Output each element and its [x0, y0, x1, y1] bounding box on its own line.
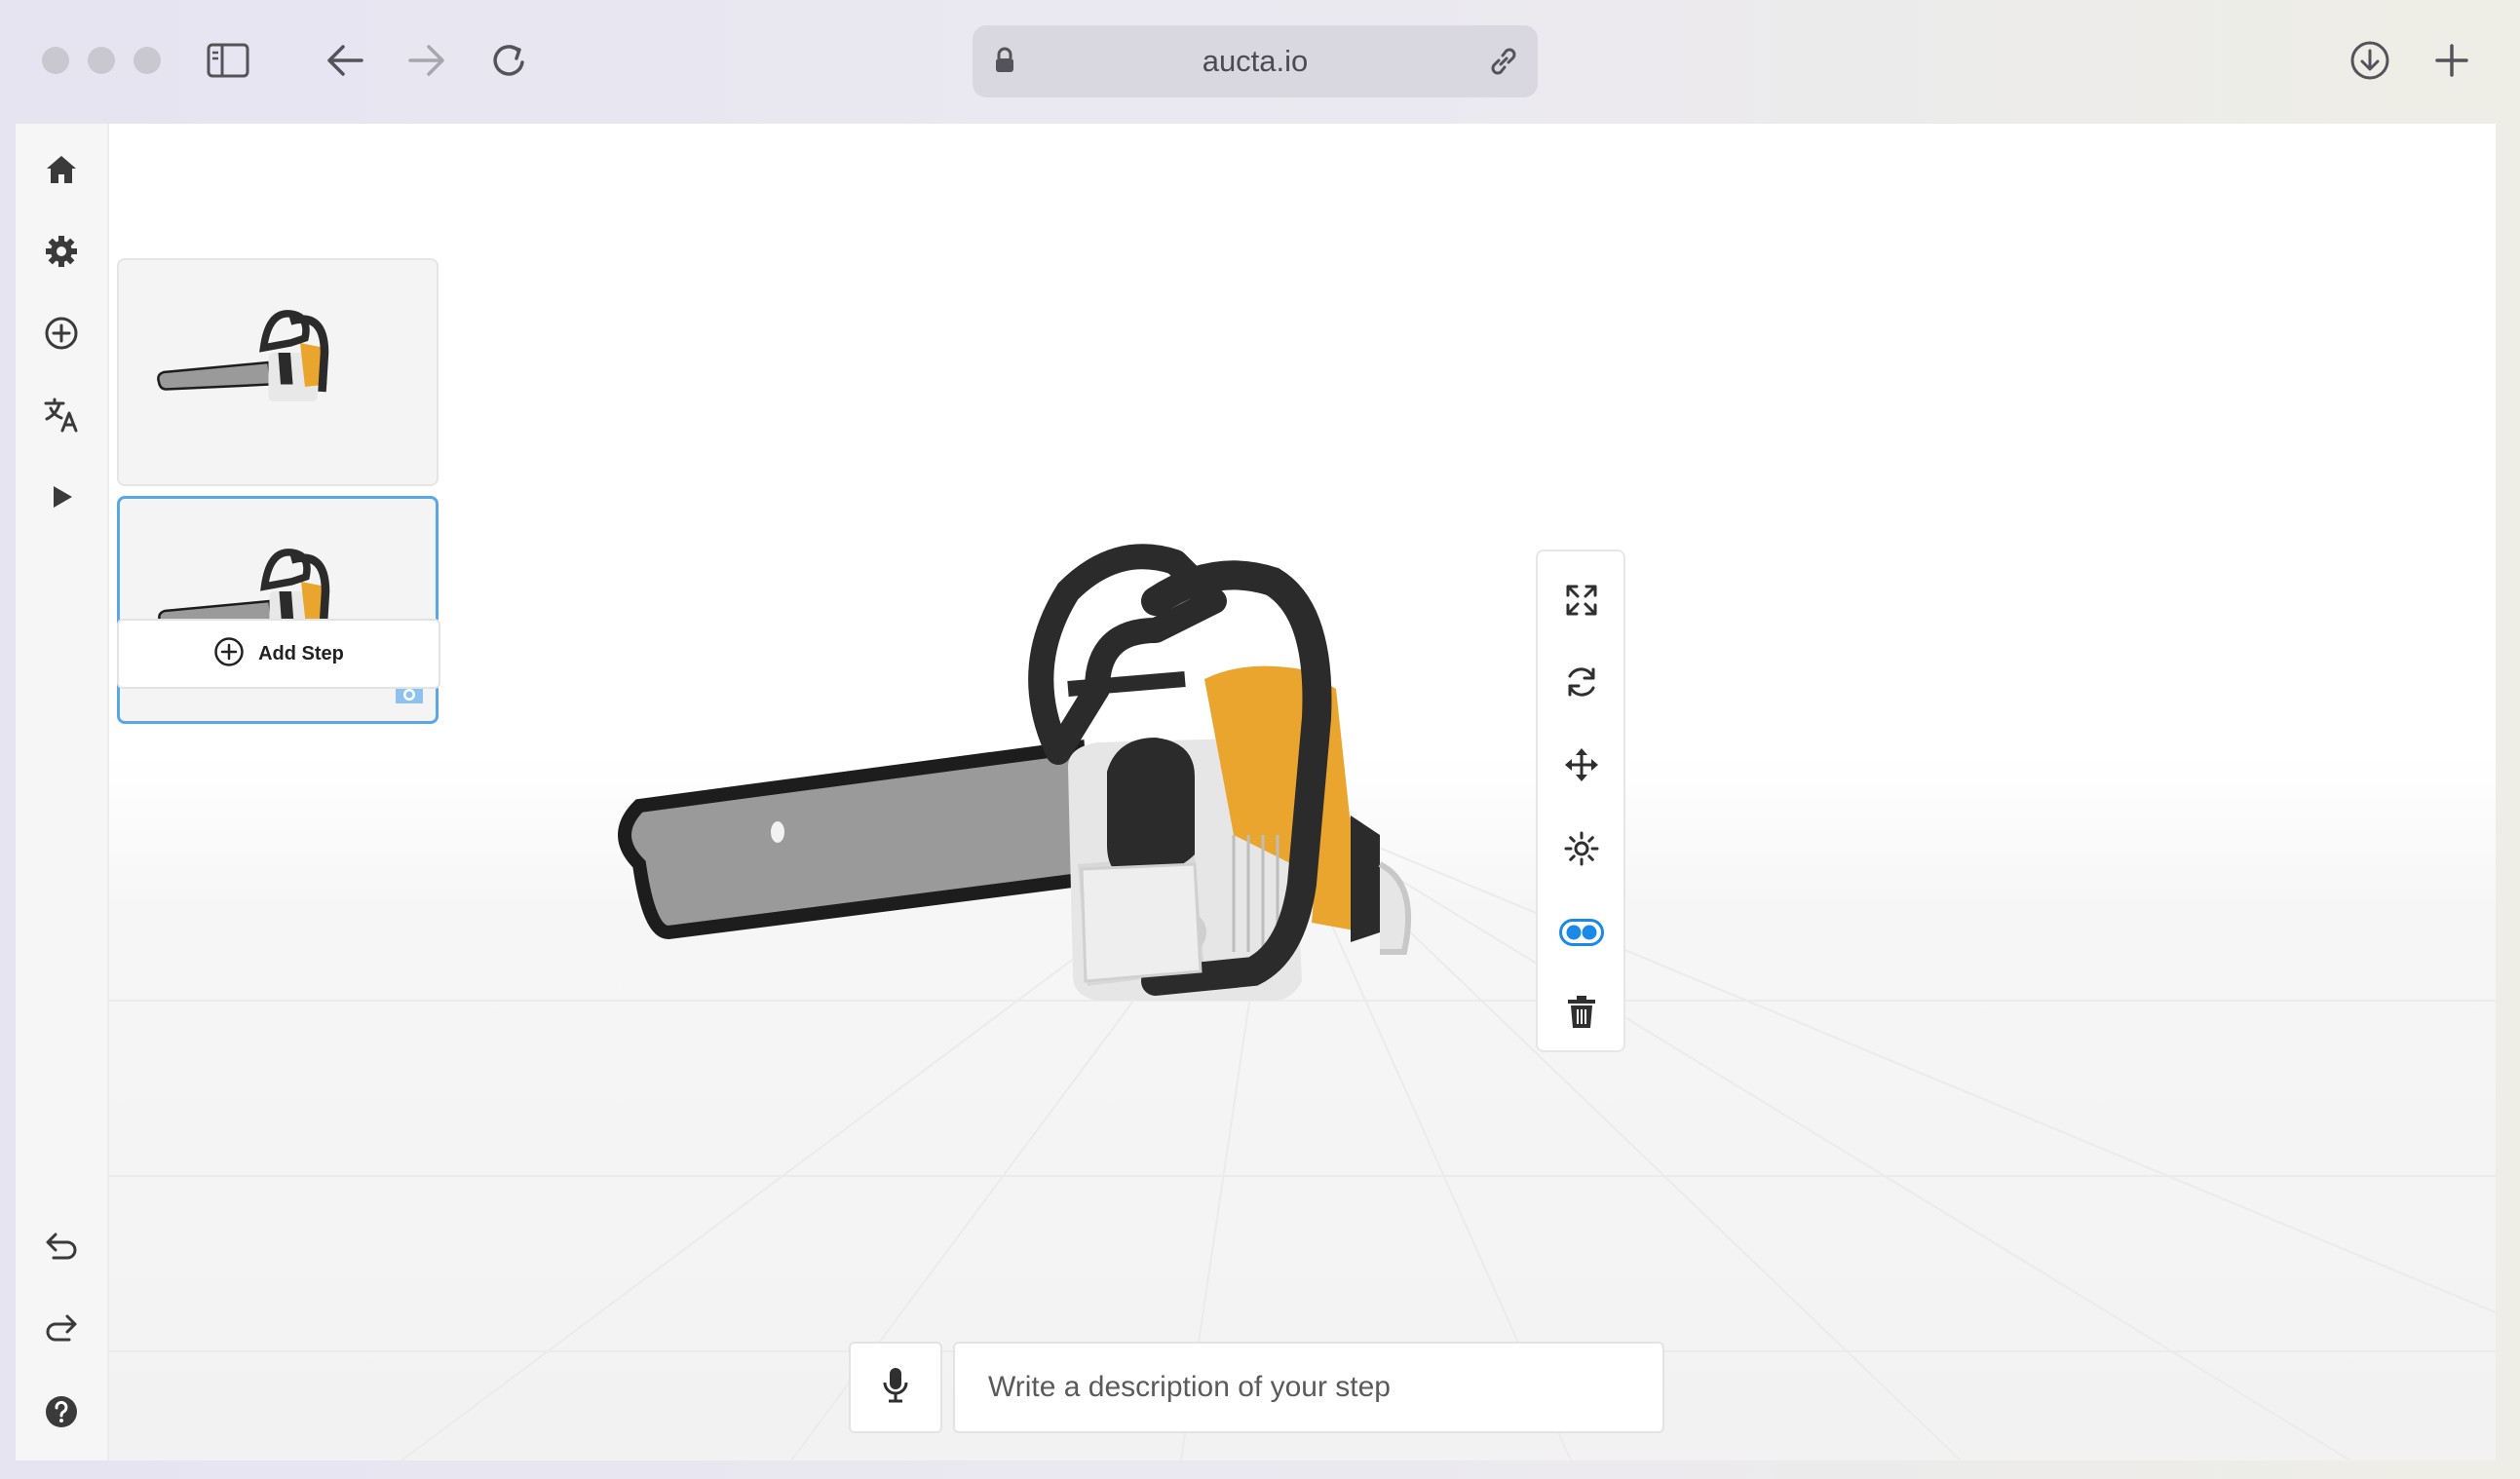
undo-button[interactable]	[31, 1219, 92, 1279]
browser-window: aucta.io Add Step Write a description of…	[0, 0, 2520, 1479]
step-thumbnail	[157, 310, 329, 401]
redo-icon	[44, 1312, 79, 1350]
download-icon[interactable]	[2347, 37, 2393, 84]
microphone-icon	[882, 1367, 909, 1409]
redo-button[interactable]	[31, 1301, 92, 1361]
reload-icon[interactable]	[485, 37, 532, 84]
new-tab-icon[interactable]	[2428, 37, 2475, 84]
settings-button[interactable]	[31, 223, 92, 284]
address-bar[interactable]: aucta.io	[973, 25, 1538, 97]
view-toolbar	[1536, 550, 1625, 1052]
minimize-window-button[interactable]	[88, 47, 115, 74]
light-icon	[1564, 831, 1599, 871]
home-icon	[45, 154, 78, 190]
step-thumbnail	[158, 549, 330, 640]
fullscreen-button[interactable]	[1552, 573, 1611, 631]
forward-arrow-icon[interactable]	[405, 39, 448, 82]
app-viewport: Add Step	[16, 124, 2496, 1460]
move-button[interactable]	[1552, 738, 1611, 796]
delete-button[interactable]	[1552, 985, 1611, 1043]
play-icon	[47, 482, 76, 516]
rotate-icon	[1564, 664, 1599, 704]
url-text: aucta.io	[1202, 44, 1309, 78]
gear-icon	[45, 235, 78, 273]
toggle-icon	[1559, 918, 1604, 951]
translate-button[interactable]	[31, 387, 92, 447]
rotate-button[interactable]	[1552, 655, 1611, 713]
add-circle-icon	[44, 316, 79, 356]
step-description-field	[953, 1342, 1664, 1433]
step-card-2[interactable]	[117, 496, 439, 724]
light-button[interactable]	[1552, 821, 1611, 880]
undo-icon	[44, 1231, 79, 1269]
back-arrow-icon[interactable]	[324, 39, 366, 82]
visibility-toggle-button[interactable]	[1552, 905, 1611, 964]
close-window-button[interactable]	[42, 47, 69, 74]
microphone-button[interactable]	[849, 1342, 942, 1433]
trash-icon	[1567, 995, 1596, 1034]
move-icon	[1564, 747, 1599, 787]
step-card-1[interactable]	[117, 258, 439, 486]
add-object-button[interactable]	[31, 305, 92, 365]
translate-icon	[43, 397, 80, 438]
maximize-window-button[interactable]	[134, 47, 161, 74]
add-circle-icon	[213, 636, 245, 672]
fullscreen-icon	[1565, 584, 1598, 622]
add-step-label: Add Step	[258, 642, 344, 664]
home-button[interactable]	[31, 141, 92, 202]
help-button[interactable]	[31, 1384, 92, 1444]
step-description-input[interactable]	[955, 1344, 1662, 1431]
link-icon[interactable]	[1487, 45, 1520, 83]
sidebar-toggle-icon[interactable]	[205, 39, 251, 82]
play-button[interactable]	[31, 469, 92, 529]
add-step-button[interactable]: Add Step	[117, 619, 440, 689]
chainsaw-model[interactable]	[610, 543, 1531, 1030]
left-sidebar	[16, 124, 109, 1460]
help-icon	[45, 1395, 78, 1433]
